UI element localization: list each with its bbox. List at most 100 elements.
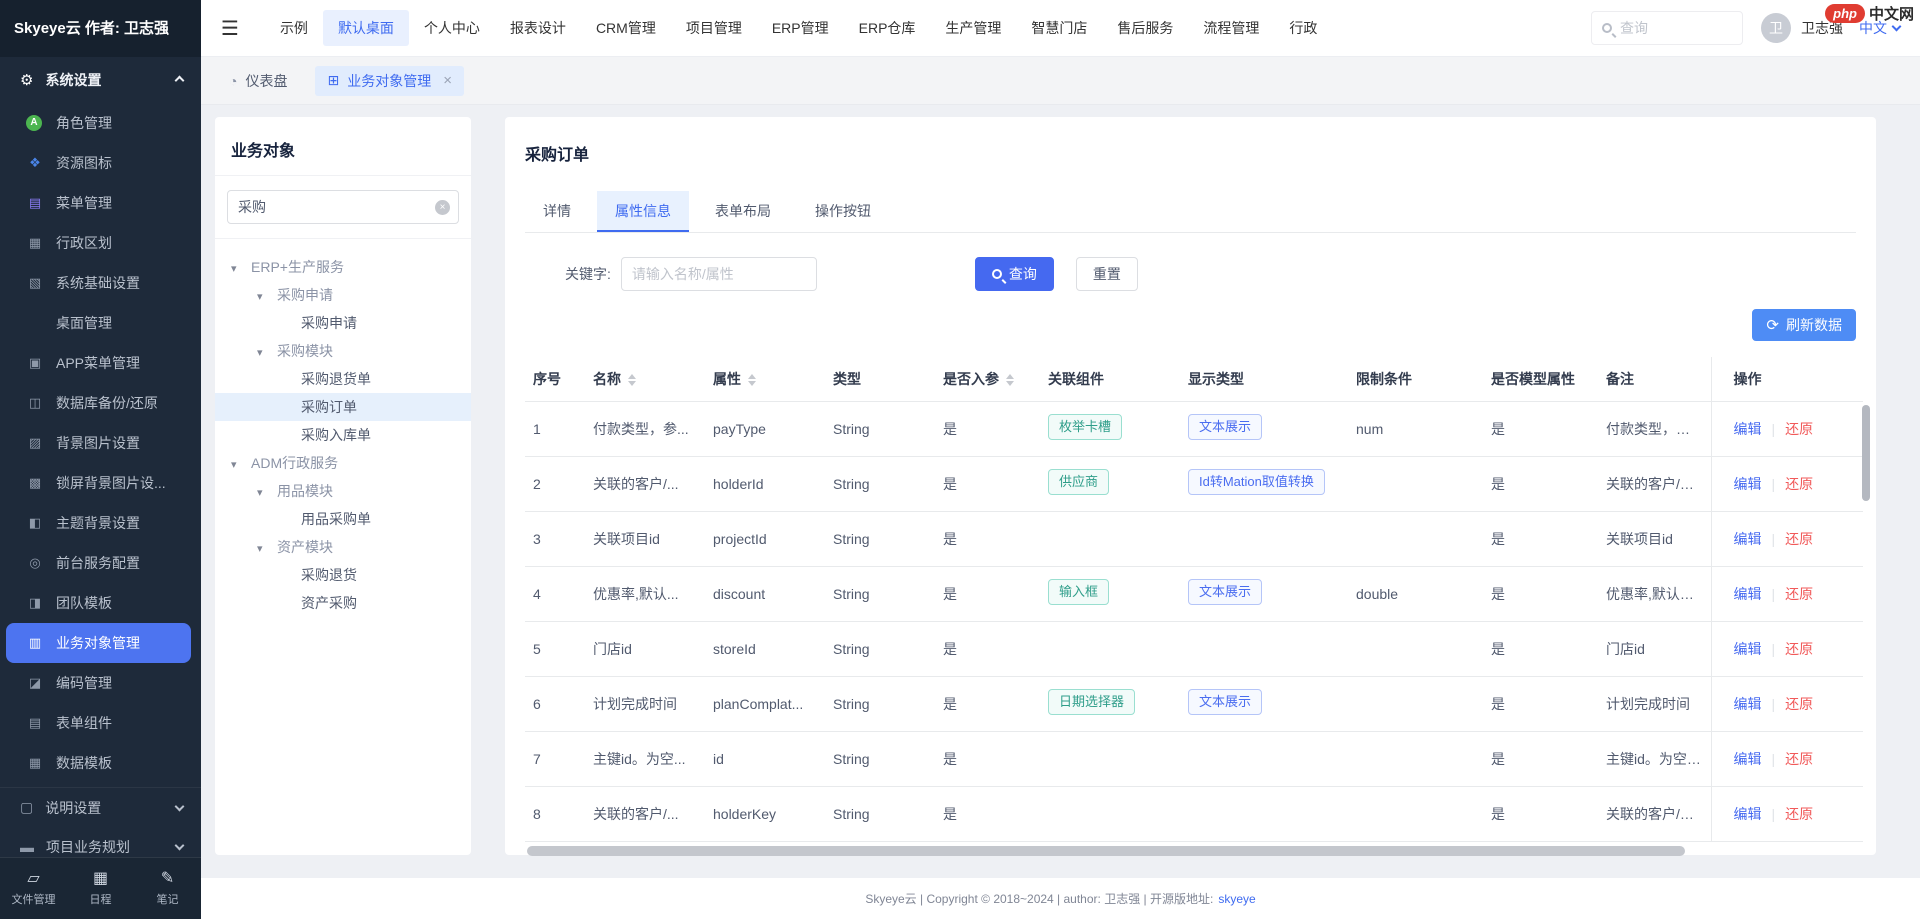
tree-node-purchase-order[interactable]: 采购订单 [215,393,471,421]
sidebar-item-form-component[interactable]: ▤ 表单组件 [0,703,201,743]
nav-tab-erp[interactable]: ERP管理 [757,10,844,46]
edit-link[interactable]: 编辑 [1734,586,1762,602]
sidebar-item-system-base-settings[interactable]: ▧ 系统基础设置 [0,263,201,303]
sidebar-item-app-menu-management[interactable]: ▣ APP菜单管理 [0,343,201,383]
col-header-name[interactable]: 名称 [585,357,705,401]
nav-tab-production[interactable]: 生产管理 [930,10,1016,46]
nav-tab-after-sales[interactable]: 售后服务 [1102,10,1188,46]
sidebar-item-role-management[interactable]: A 角色管理 [0,103,201,143]
col-header-is-model: 是否模型属性 [1483,357,1598,401]
restore-link[interactable]: 还原 [1785,421,1813,437]
avatar[interactable]: 卫 [1761,13,1791,43]
sidebar-section-project-business-plan[interactable]: ▬ 项目业务规划 [0,827,201,857]
nav-tab-personal-center[interactable]: 个人中心 [409,10,495,46]
sidebar-section-system-settings[interactable]: ⚙ 系统设置 [0,57,201,103]
restore-link[interactable]: 还原 [1785,751,1813,767]
nav-tab-report-design[interactable]: 报表设计 [495,10,581,46]
nav-tab-example[interactable]: 示例 [265,10,323,46]
tree-node-adm-service[interactable]: ▾ADM行政服务 [215,449,471,477]
tree-node-supplies-purchase-order[interactable]: 用品采购单 [215,505,471,533]
tab-action-buttons[interactable]: 操作按钮 [797,191,889,232]
sidebar-item-data-template[interactable]: ▦ 数据模板 [0,743,201,783]
sidebar-item-admin-region[interactable]: ▦ 行政区划 [0,223,201,263]
close-icon[interactable]: × [443,72,452,89]
tree-node-purchase-request[interactable]: 采购申请 [215,309,471,337]
tree-node-erp-production[interactable]: ▾ERP+生产服务 [215,253,471,281]
tree-node-purchase-request-group[interactable]: ▾采购申请 [215,281,471,309]
sort-icon[interactable] [748,374,756,386]
edit-link[interactable]: 编辑 [1734,641,1762,657]
vertical-scrollbar-thumb[interactable] [1862,405,1870,501]
sidebar-item-menu-management[interactable]: ▤ 菜单管理 [0,183,201,223]
sidebar-item-theme-background[interactable]: ◧ 主题背景设置 [0,503,201,543]
restore-link[interactable]: 还原 [1785,586,1813,602]
sidebar-item-team-template[interactable]: ◨ 团队模板 [0,583,201,623]
global-search-input[interactable] [1620,20,1732,36]
horizontal-scrollbar-thumb[interactable] [527,846,1685,856]
col-header-attr[interactable]: 属性 [705,357,825,401]
nav-tab-crm[interactable]: CRM管理 [581,10,671,46]
refresh-data-button[interactable]: ⟳ 刷新数据 [1752,309,1856,341]
nav-tab-smart-store[interactable]: 智慧门店 [1016,10,1102,46]
tab-attribute-info[interactable]: 属性信息 [597,191,689,232]
nav-tab-process[interactable]: 流程管理 [1188,10,1274,46]
nav-tab-default-desktop[interactable]: 默认桌面 [323,10,409,46]
tree-node-purchase-inbound-order[interactable]: 采购入库单 [215,421,471,449]
sidebar-item-resource-icons[interactable]: ❖ 资源图标 [0,143,201,183]
tree-node-asset-module[interactable]: ▾资产模块 [215,533,471,561]
sidebar-item-business-object-management[interactable]: ▥ 业务对象管理 [6,623,191,663]
tab-detail[interactable]: 详情 [525,191,589,232]
horizontal-scrollbar[interactable] [525,846,1856,856]
refresh-icon: ⟳ [1766,318,1779,333]
edit-link[interactable]: 编辑 [1734,476,1762,492]
detail-tabs: 详情 属性信息 表单布局 操作按钮 [525,191,1856,233]
tab-dashboard[interactable]: ◔ 仪表盘 [217,66,299,96]
tree-search-input[interactable] [227,190,459,224]
search-button[interactable]: 查询 [975,257,1054,291]
sidebar-item-lockscreen-background[interactable]: ▩ 锁屏背景图片设... [0,463,201,503]
tab-form-layout[interactable]: 表单布局 [697,191,789,232]
sidebar-item-desktop-management[interactable]: 桌面管理 [0,303,201,343]
sort-icon[interactable] [1006,374,1014,386]
tab-business-object-management[interactable]: ⊞ 业务对象管理 × [315,66,464,96]
sidebar-item-background-image-settings[interactable]: ▨ 背景图片设置 [0,423,201,463]
sidebar-item-frontend-service-config[interactable]: ◎ 前台服务配置 [0,543,201,583]
image-icon: ▨ [26,435,44,451]
schedule-button[interactable]: ▦ 日程 [67,858,134,919]
sidebar-item-db-backup-restore[interactable]: ◫ 数据库备份/还原 [0,383,201,423]
data-template-icon: ▦ [26,755,44,771]
tree-node-purchase-return-order[interactable]: 采购退货单 [215,365,471,393]
page-footer: Skyeye云 | Copyright © 2018~2024 | author… [201,878,1920,919]
restore-link[interactable]: 还原 [1785,696,1813,712]
nav-tab-project[interactable]: 项目管理 [671,10,757,46]
php-logo-icon: php [1825,4,1865,23]
sidebar-section-note-settings[interactable]: ▢ 说明设置 [0,787,201,827]
php-cn-text: 中文网 [1869,3,1914,24]
edit-link[interactable]: 编辑 [1734,696,1762,712]
sidebar-item-encode-management[interactable]: ◪ 编码管理 [0,663,201,703]
reset-button[interactable]: 重置 [1076,257,1138,291]
restore-link[interactable]: 还原 [1785,476,1813,492]
nav-tab-administration[interactable]: 行政 [1274,10,1332,46]
tree-node-purchase-module[interactable]: ▾采购模块 [215,337,471,365]
sort-icon[interactable] [628,374,636,386]
nav-tab-erp-warehouse[interactable]: ERP仓库 [844,10,931,46]
notes-button[interactable]: ✎ 笔记 [134,858,201,919]
restore-link[interactable]: 还原 [1785,531,1813,547]
edit-link[interactable]: 编辑 [1734,531,1762,547]
tree-node-supplies-module[interactable]: ▾用品模块 [215,477,471,505]
tree-node-asset-purchase[interactable]: 资产采购 [215,589,471,617]
tree-node-purchase-return[interactable]: 采购退货 [215,561,471,589]
restore-link[interactable]: 还原 [1785,641,1813,657]
clear-icon[interactable]: × [435,200,450,215]
keyword-input[interactable] [621,257,817,291]
global-search-box[interactable] [1591,11,1743,45]
edit-link[interactable]: 编辑 [1734,421,1762,437]
open-source-link[interactable]: skyeye [1218,892,1255,906]
edit-link[interactable]: 编辑 [1734,806,1762,822]
restore-link[interactable]: 还原 [1785,806,1813,822]
collapse-sidebar-icon[interactable]: ☰ [221,16,239,41]
edit-link[interactable]: 编辑 [1734,751,1762,767]
file-management-button[interactable]: ▱ 文件管理 [0,858,67,919]
col-header-in-param[interactable]: 是否入参 [935,357,1040,401]
